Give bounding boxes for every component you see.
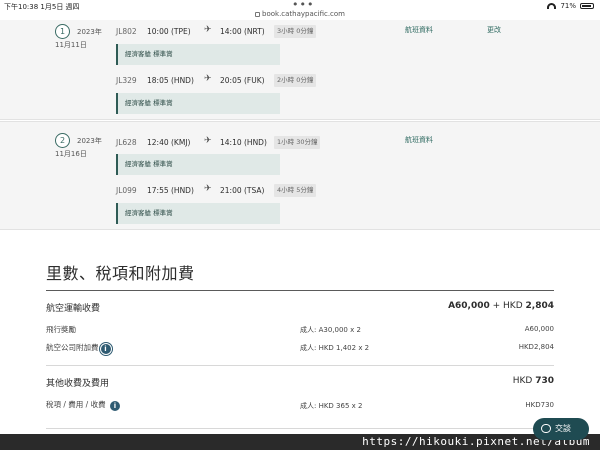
chat-button[interactable]: 交談 — [533, 418, 589, 440]
lock-icon — [255, 12, 260, 17]
departure: 18:05 (HND) — [147, 76, 194, 85]
watermark-bar: https://hikouki.pixnet.net/album — [0, 434, 600, 450]
cabin-class: 經濟客艙 標準賞 — [116, 154, 280, 175]
status-bar: 下午10:38 1月5日 週四 ••• book.cathaypacific.c… — [0, 0, 600, 20]
other-fees-label: 其他收費及費用 — [46, 379, 110, 389]
address-bar[interactable]: book.cathaypacific.com — [0, 10, 600, 18]
fare-line-label: 稅項 / 費用 / 收費 — [46, 400, 106, 409]
cabin-class: 經濟客艙 標準賞 — [116, 44, 280, 65]
fare-line-amount: HKD730 — [525, 401, 554, 409]
itinerary-segment-1: 1 2023年 11月11日 JL802 10:00 (TPE) ✈ 14:00… — [0, 20, 600, 120]
fare-line-label: 航空公司附加費 — [46, 343, 99, 352]
segment-number: 2 — [55, 133, 70, 148]
cabin-class: 經濟客艙 標準賞 — [116, 93, 280, 114]
duration-badge: 1小時 30分鐘 — [274, 136, 321, 149]
flight-number: JL628 — [116, 138, 137, 147]
departure: 10:00 (TPE) — [147, 27, 191, 36]
segment-date: 11月11日 — [55, 41, 87, 49]
flight-info-link[interactable]: 航班資料 — [405, 25, 433, 35]
fare-line-item: 稅項 / 費用 / 收費 i — [46, 399, 120, 411]
fare-title: 里數、稅項和附加費 — [46, 264, 195, 283]
cabin-class: 經濟客艙 標準賞 — [116, 203, 280, 224]
segment-year: 2023年 — [77, 137, 102, 145]
divider — [46, 290, 554, 291]
flight-number: JL802 — [116, 27, 137, 36]
segment-year: 2023年 — [77, 28, 102, 36]
info-icon[interactable]: i — [109, 401, 120, 411]
chat-icon — [541, 424, 551, 433]
arrival: 21:00 (TSA) — [220, 186, 265, 195]
departure: 17:55 (HND) — [147, 186, 194, 195]
other-fees-total: HKD 730 — [512, 376, 554, 386]
segment-date: 11月16日 — [55, 150, 87, 158]
battery-percent: 71% — [560, 2, 576, 10]
battery-icon — [580, 3, 594, 9]
flight-number: JL329 — [116, 76, 137, 85]
plane-icon: ✈ — [204, 184, 212, 194]
itinerary-segment-2: 2 2023年 11月16日 JL628 12:40 (KMJ) ✈ 14:10… — [0, 121, 600, 230]
fare-line-amount: HKD2,804 — [518, 343, 554, 351]
change-link[interactable]: 更改 — [487, 25, 501, 35]
fare-line-detail: 成人: A30,000 x 2 — [300, 326, 361, 334]
duration-badge: 2小時 0分鐘 — [274, 74, 317, 87]
fare-line-detail: 成人: HKD 365 x 2 — [300, 402, 363, 410]
arrival: 14:00 (NRT) — [220, 27, 265, 36]
fare-line-label: 飛行獎勵 — [46, 325, 76, 334]
flight-info-link[interactable]: 航班資料 — [405, 135, 433, 145]
divider — [46, 428, 554, 429]
air-transport-label: 航空運輸收費 — [46, 304, 101, 314]
chat-label: 交談 — [555, 424, 571, 433]
plane-icon: ✈ — [204, 25, 212, 35]
fare-line-amount: A60,000 — [524, 325, 554, 333]
info-icon[interactable]: i — [98, 342, 113, 356]
arrival: 14:10 (HND) — [220, 138, 267, 147]
arrival: 20:05 (FUK) — [220, 76, 265, 85]
air-transport-total: A60,000 + HKD 2,804 — [448, 301, 554, 311]
wifi-icon — [547, 3, 557, 9]
fare-summary: 里數、稅項和附加費 航空運輸收費 A60,000 + HKD 2,804 飛行獎… — [0, 230, 600, 434]
duration-badge: 4小時 5分鐘 — [274, 184, 317, 197]
plane-icon: ✈ — [204, 74, 212, 84]
departure: 12:40 (KMJ) — [147, 138, 191, 147]
status-indicators: 71% — [547, 2, 594, 10]
divider — [46, 365, 554, 366]
flight-number: JL099 — [116, 186, 137, 195]
fare-line-item: 航空公司附加費 i — [46, 342, 113, 356]
fare-line-detail: 成人: HKD 1,402 x 2 — [300, 344, 370, 352]
duration-badge: 3小時 0分鐘 — [274, 25, 317, 38]
segment-number: 1 — [55, 24, 70, 39]
plane-icon: ✈ — [204, 136, 212, 146]
